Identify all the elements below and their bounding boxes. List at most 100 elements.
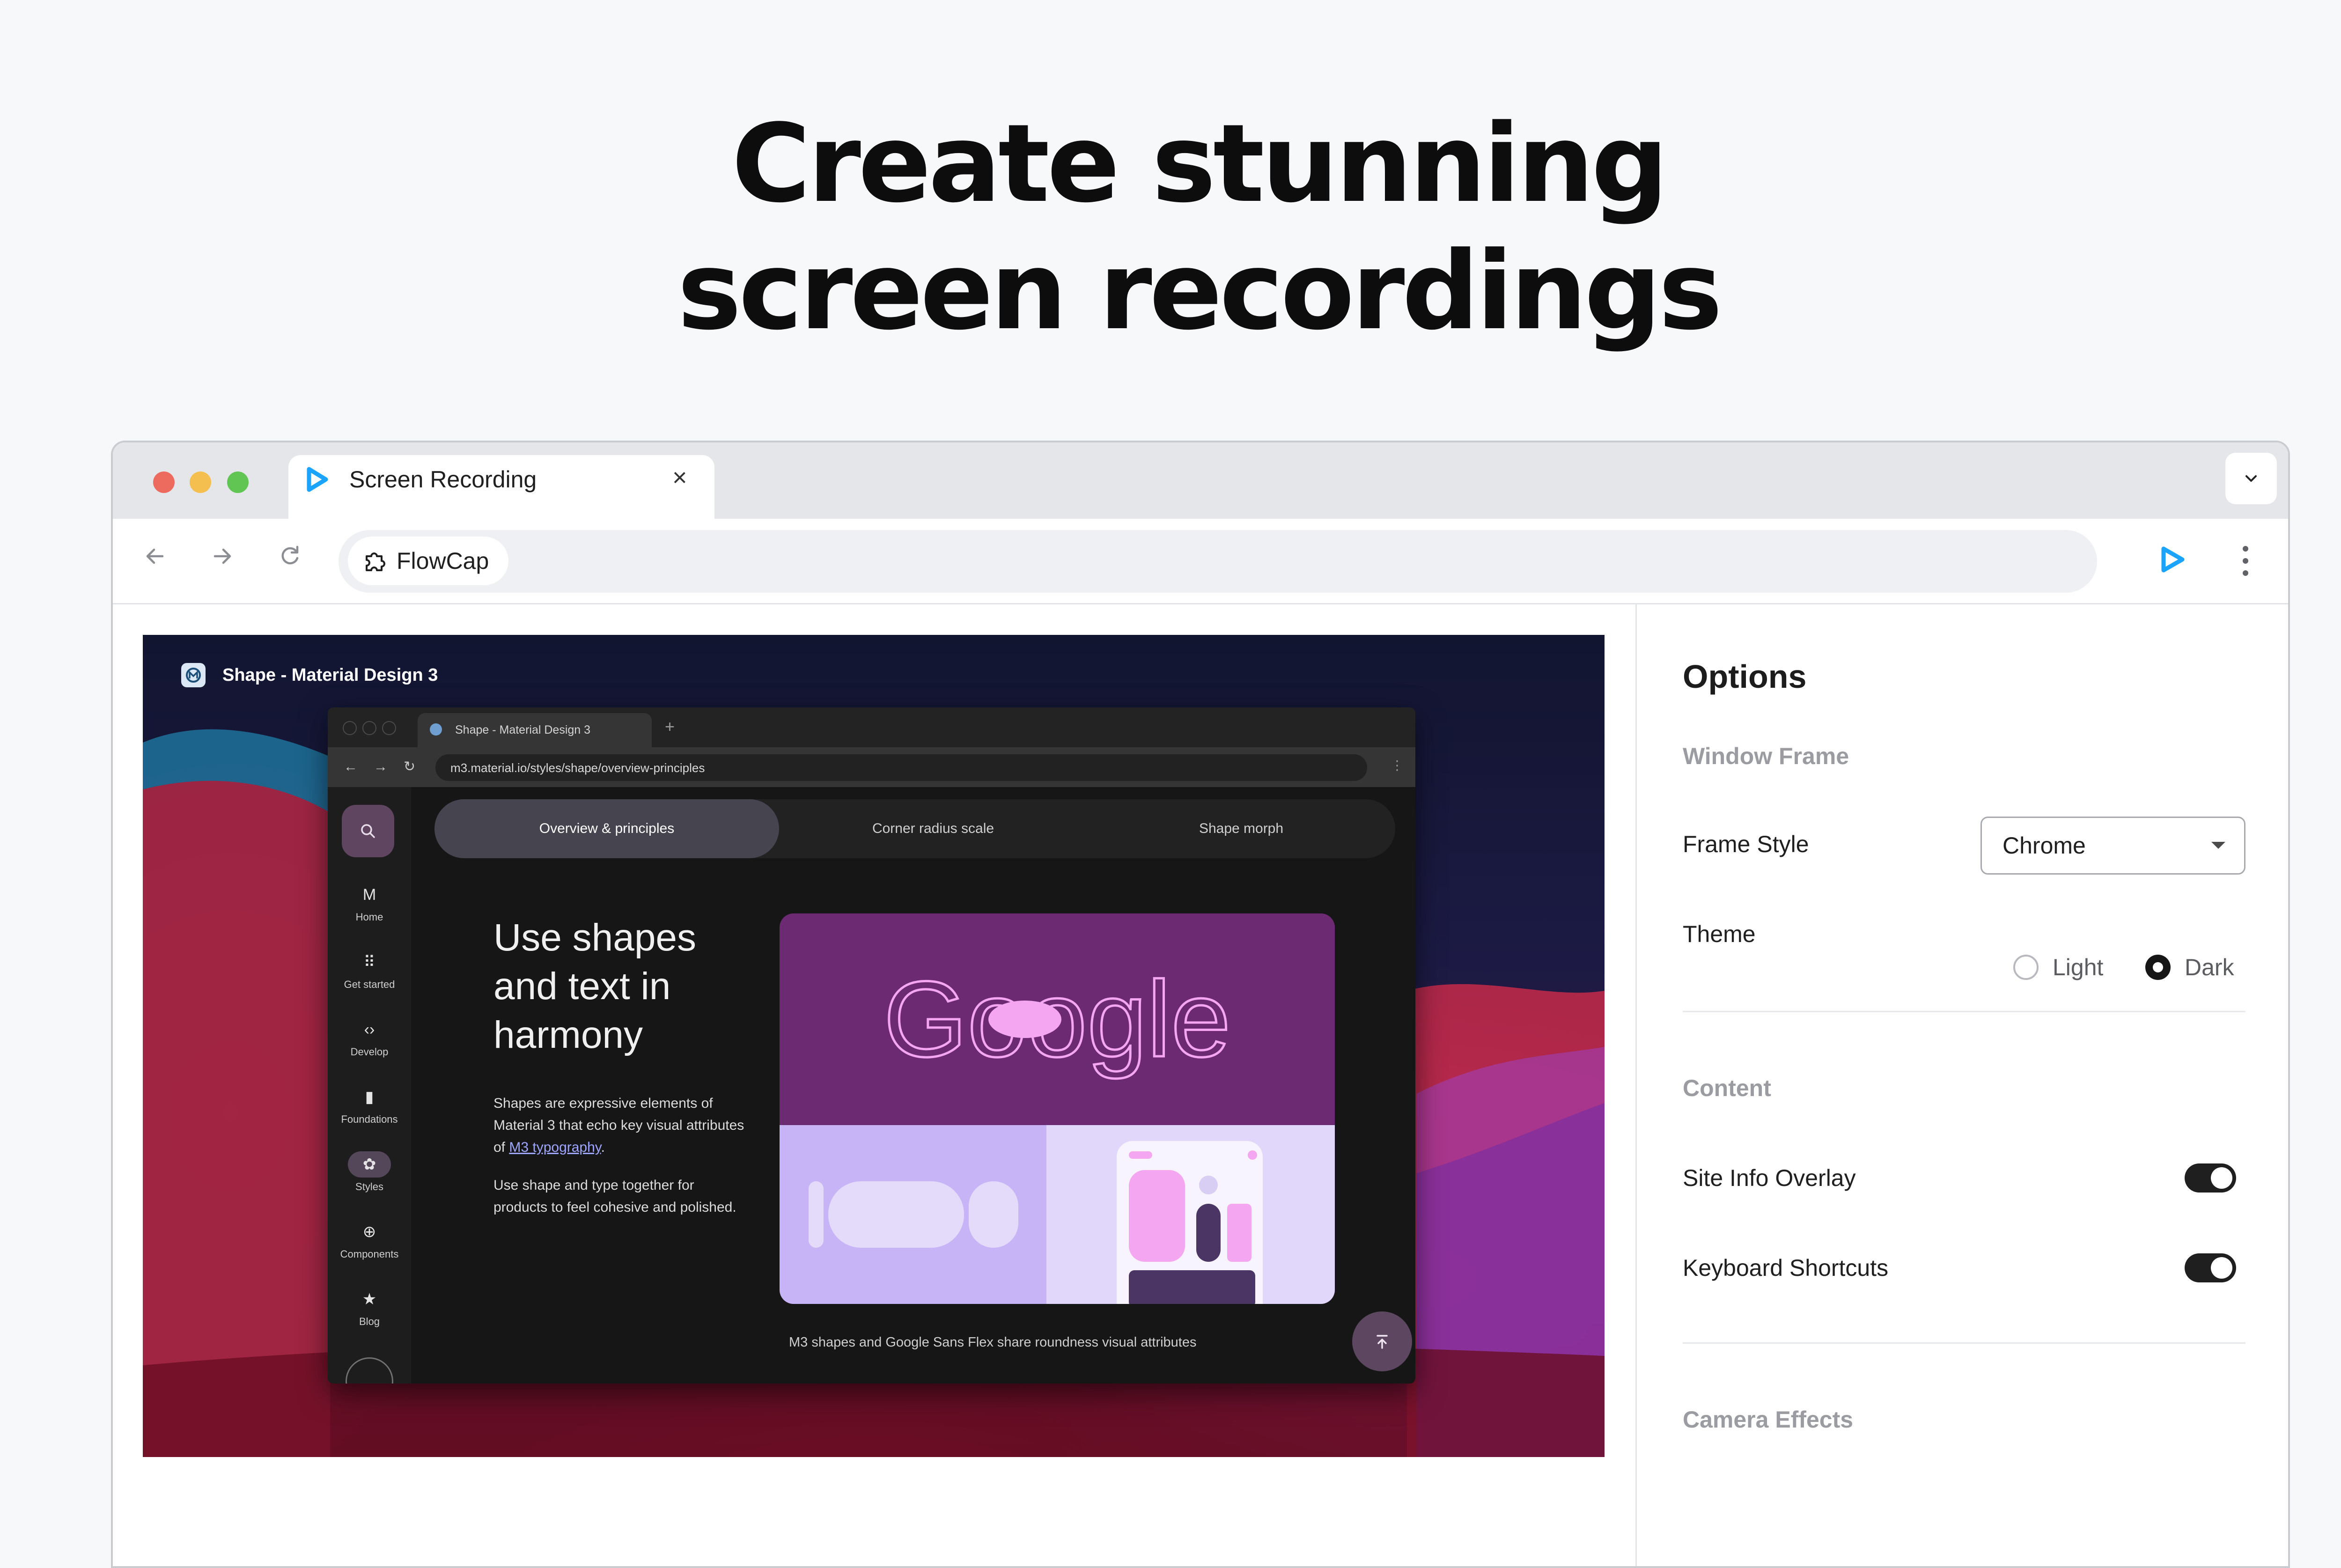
- forward-button[interactable]: [204, 537, 241, 575]
- site-info-overlay-toggle[interactable]: [2185, 1163, 2236, 1193]
- puzzle-icon: [366, 552, 385, 571]
- arrow-right-icon: [213, 548, 231, 564]
- material-logo-icon: [181, 663, 206, 687]
- m3-paragraph-1: Shapes are expressive elements of Materi…: [493, 1092, 746, 1158]
- m3-hero-card: Google: [780, 913, 1335, 1304]
- new-tab-icon: +: [665, 717, 675, 736]
- material-favicon-icon: [430, 723, 442, 736]
- keyboard-shortcuts-toggle[interactable]: [2185, 1253, 2236, 1282]
- section-divider: [1683, 1011, 2245, 1012]
- flowcap-extension-icon[interactable]: [2156, 543, 2189, 576]
- m3-rail-foundations: ▮ Foundations: [328, 1084, 411, 1126]
- recorded-window-dot: [362, 721, 376, 735]
- browser-window: Screen Recording × FlowCap Shape - Mater…: [111, 441, 2290, 1568]
- site-info-overlay: Shape - Material Design 3: [181, 662, 438, 688]
- recorded-browser-window: Shape - Material Design 3 + ← → ↻ m3.mat…: [328, 707, 1415, 1384]
- tab-title: Screen Recording: [349, 466, 537, 493]
- m3-rail-label: Components: [340, 1248, 399, 1260]
- section-camera-effects: Camera Effects: [1683, 1406, 1854, 1433]
- headline-line-1: Create stunning: [731, 102, 1669, 227]
- m3-card-caption: M3 shapes and Google Sans Flex share rou…: [789, 1335, 1197, 1350]
- grid-icon: ⠿: [363, 953, 375, 971]
- frame-style-value: Chrome: [2002, 832, 2086, 859]
- m3-rail-more-icon: [346, 1357, 393, 1384]
- toggle-knob: [2211, 1167, 2232, 1189]
- toggle-knob: [2211, 1257, 2232, 1279]
- section-divider: [1683, 1342, 2245, 1344]
- book-icon: ▮: [365, 1088, 374, 1106]
- theme-dark-radio[interactable]: Dark: [2145, 953, 2234, 981]
- minimize-window-button[interactable]: [190, 471, 211, 493]
- recorded-window-dot: [343, 721, 357, 735]
- arrow-up-icon: [1377, 1335, 1388, 1349]
- m3-paragraph-2: Use shape and type together for products…: [493, 1178, 736, 1215]
- m3-rail-home: M Home: [328, 882, 411, 924]
- maximize-window-button[interactable]: [227, 471, 249, 493]
- recorded-address-bar: m3.material.io/styles/shape/overview-pri…: [435, 754, 1367, 781]
- theme-light-radio[interactable]: Light: [2013, 953, 2103, 981]
- recorded-back-icon: ←: [344, 759, 358, 774]
- options-panel: Options Window Frame Frame Style Chrome …: [1637, 604, 2288, 1566]
- card-phone-shapes: [1046, 1125, 1335, 1304]
- keyboard-shortcuts-label: Keyboard Shortcuts: [1683, 1255, 1889, 1281]
- flowcap-logo-icon: [307, 467, 328, 492]
- recording-preview: Shape - Material Design 3 Shape - Materi…: [143, 635, 1605, 1457]
- m3-rail-get-started: ⠿ Get started: [328, 949, 411, 991]
- back-button[interactable]: [136, 537, 174, 575]
- tab-search-button[interactable]: [2225, 453, 2277, 504]
- scroll-to-top-fab: [1352, 1311, 1412, 1371]
- recorded-tab-strip: Shape - Material Design 3 +: [328, 707, 1415, 747]
- close-tab-icon[interactable]: ×: [672, 464, 687, 492]
- m3-rail-styles: ✿ Styles: [328, 1151, 411, 1193]
- reload-button[interactable]: [271, 537, 309, 575]
- headline-line-2: screen recordings: [677, 229, 1723, 354]
- frame-style-select[interactable]: Chrome: [1980, 817, 2245, 875]
- site-info-title: Shape - Material Design 3: [222, 665, 438, 685]
- kebab-menu-icon[interactable]: [2238, 542, 2253, 580]
- card-pill-shapes: [780, 1125, 1046, 1304]
- section-window-frame: Window Frame: [1683, 743, 1849, 769]
- recorded-forward-icon: →: [374, 759, 388, 774]
- tab-screen-recording[interactable]: Screen Recording ×: [288, 455, 714, 521]
- add-circle-icon: ⊕: [362, 1223, 376, 1241]
- m3-navigation-rail: M Home ⠿ Get started ‹› Develop ▮ Founda…: [328, 787, 411, 1384]
- recorded-window-dot: [382, 721, 396, 735]
- m3-tab-bar: Overview & principles Corner radius scal…: [434, 799, 1395, 858]
- page-content: Shape - Material Design 3 Shape - Materi…: [113, 604, 2288, 1566]
- m3-rail-label: Foundations: [341, 1113, 398, 1125]
- m3-heading: Use shapes and text in harmony: [493, 916, 697, 1056]
- recorded-tab: Shape - Material Design 3: [418, 713, 652, 747]
- m3-rail-label: Blog: [359, 1316, 380, 1327]
- close-window-button[interactable]: [153, 471, 175, 493]
- recorded-url: m3.material.io/styles/shape/overview-pri…: [450, 761, 705, 775]
- dropdown-caret-icon: [2211, 842, 2225, 849]
- google-wordmark: Google: [883, 958, 1232, 1081]
- code-icon: ‹›: [364, 1020, 375, 1038]
- radio-unchecked-icon: [2013, 955, 2039, 980]
- m3-paragraph-1-end: .: [601, 1140, 605, 1155]
- recorded-reload-icon: ↻: [404, 759, 416, 774]
- m3-rail-label: Develop: [350, 1046, 389, 1058]
- card-wordmark-panel: Google: [780, 913, 1335, 1125]
- tab-strip: Screen Recording ×: [113, 442, 2288, 521]
- recorded-toolbar: ← → ↻ m3.material.io/styles/shape/overvi…: [328, 747, 1415, 787]
- address-bar[interactable]: FlowCap: [339, 530, 2097, 593]
- frame-style-label: Frame Style: [1683, 831, 1809, 857]
- recorded-tab-title: Shape - Material Design 3: [455, 723, 591, 736]
- extension-chip-label: FlowCap: [397, 548, 489, 574]
- star-icon: ★: [362, 1290, 377, 1308]
- theme-dark-label: Dark: [2185, 954, 2234, 980]
- theme-light-label: Light: [2053, 954, 2104, 980]
- extension-chip[interactable]: FlowCap: [348, 537, 509, 585]
- m3-tab-overview: Overview & principles: [434, 799, 779, 858]
- recorded-menu-icon: ⋮: [1391, 758, 1404, 773]
- m3-body-text: Shapes are expressive elements of Materi…: [493, 1092, 746, 1234]
- m3-rail-blog: ★ Blog: [328, 1286, 411, 1328]
- reload-icon: [281, 545, 299, 565]
- home-icon: M: [362, 885, 376, 904]
- palette-icon: ✿: [348, 1151, 391, 1178]
- section-content: Content: [1683, 1075, 1771, 1101]
- m3-typography-link: M3 typography: [509, 1140, 601, 1155]
- options-title: Options: [1683, 658, 1807, 695]
- m3-rail-components: ⊕ Components: [328, 1219, 411, 1261]
